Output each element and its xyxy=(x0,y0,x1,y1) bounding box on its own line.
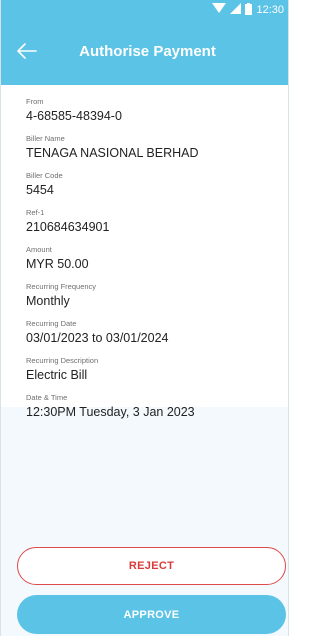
battery-icon xyxy=(245,2,253,18)
field-value: Monthly xyxy=(26,294,70,308)
signal-icon xyxy=(230,3,242,17)
field-ref-1: Ref-1 210684634901 xyxy=(26,208,288,235)
app-bar: Authorise Payment xyxy=(1,20,288,85)
field-value: 12:30PM Tuesday, 3 Jan 2023 xyxy=(26,405,195,419)
field-value: TENAGA NASIONAL BERHAD xyxy=(26,146,199,160)
field-value: Electric Bill xyxy=(26,368,88,382)
field-label: Biller Code xyxy=(26,171,63,180)
field-from: From 4-68585-48394-0 xyxy=(26,97,288,124)
field-label: Biller Name xyxy=(26,134,65,143)
field-label: Recurring Frequency xyxy=(26,282,97,291)
field-biller-name: Biller Name TENAGA NASIONAL BERHAD xyxy=(26,134,288,161)
status-time: 12:30 xyxy=(256,4,284,16)
page-title: Authorise Payment xyxy=(79,43,216,60)
field-amount: Amount MYR 50.00 xyxy=(26,245,288,272)
field-label: Amount xyxy=(26,245,52,254)
field-label: Recurring Date xyxy=(26,319,77,328)
field-value: MYR 50.00 xyxy=(26,257,89,271)
field-recurring-date: Recurring Date 03/01/2023 to 03/01/2024 xyxy=(26,319,288,346)
field-recurring-frequency: Recurring Frequency Monthly xyxy=(26,282,288,309)
field-label: From xyxy=(26,97,44,106)
field-value: 4-68585-48394-0 xyxy=(26,109,122,123)
field-value: 210684634901 xyxy=(26,220,110,234)
reject-button[interactable]: REJECT xyxy=(17,547,286,585)
field-value: 03/01/2023 to 03/01/2024 xyxy=(26,331,169,345)
field-label: Ref-1 xyxy=(26,208,45,217)
status-bar: 12:30 xyxy=(1,0,288,20)
wifi-icon xyxy=(212,3,227,17)
field-label: Recurring Description xyxy=(26,356,99,365)
field-date-time: Date & Time 12:30PM Tuesday, 3 Jan 2023 xyxy=(26,393,288,420)
approve-button[interactable]: APPROVE xyxy=(17,595,286,634)
field-value: 5454 xyxy=(26,183,54,197)
payment-details: From 4-68585-48394-0 Biller Name TENAGA … xyxy=(1,85,288,419)
field-recurring-description: Recurring Description Electric Bill xyxy=(26,356,288,383)
field-biller-code: Biller Code 5454 xyxy=(26,171,288,198)
status-icons: 12:30 xyxy=(212,2,284,18)
authorise-payment-screen: 12:30 Authorise Payment From 4-68585-483… xyxy=(0,0,289,636)
field-label: Date & Time xyxy=(26,393,68,402)
